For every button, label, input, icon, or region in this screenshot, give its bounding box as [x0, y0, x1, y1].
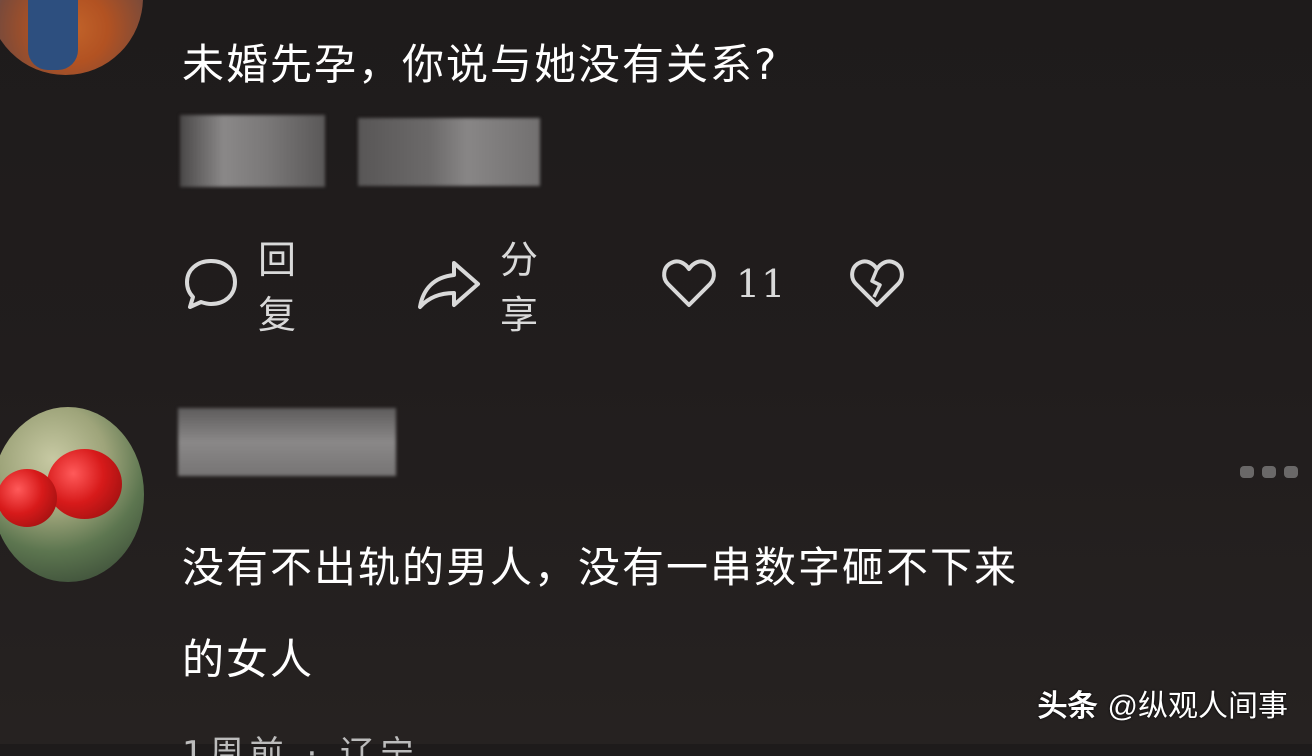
like-button[interactable]: 11	[660, 254, 786, 314]
comment-2-text-line-2: 的女人	[182, 635, 315, 684]
reply-label: 回复	[258, 238, 299, 337]
share-button[interactable]: 分享	[416, 238, 540, 337]
more-dots-icon[interactable]	[1240, 466, 1298, 478]
watermark: 头条 @纵观人间事	[1038, 681, 1288, 725]
blurred-meta-1	[358, 118, 540, 186]
watermark-brand: 头条	[1037, 690, 1098, 723]
heart-icon	[660, 255, 718, 313]
reply-button[interactable]: 回复	[182, 238, 298, 337]
comment-2-meta-text: 1周前 · 辽宁	[182, 734, 421, 756]
avatar-decoration	[47, 449, 122, 519]
share-arrow-icon	[416, 255, 482, 313]
comment-2-meta: 1周前 · 辽宁	[182, 726, 482, 756]
comment-1-text: 未婚先孕，你说与她没有关系?	[182, 40, 779, 89]
speech-bubble-icon	[182, 255, 240, 313]
like-count: 11	[736, 262, 787, 306]
watermark-account: @纵观人间事	[1107, 690, 1288, 723]
avatar-commenter-1[interactable]	[0, 0, 143, 75]
avatar-commenter-2[interactable]	[0, 407, 144, 582]
avatar-decoration	[0, 469, 57, 527]
dislike-button[interactable]	[848, 254, 906, 314]
share-label: 分享	[500, 238, 541, 337]
comment-2-text-line-1: 没有不出轨的男人，没有一串数字砸不下来	[182, 543, 1019, 592]
broken-heart-icon	[848, 255, 906, 313]
blurred-username-1	[180, 115, 325, 187]
blurred-username-2	[178, 408, 396, 476]
